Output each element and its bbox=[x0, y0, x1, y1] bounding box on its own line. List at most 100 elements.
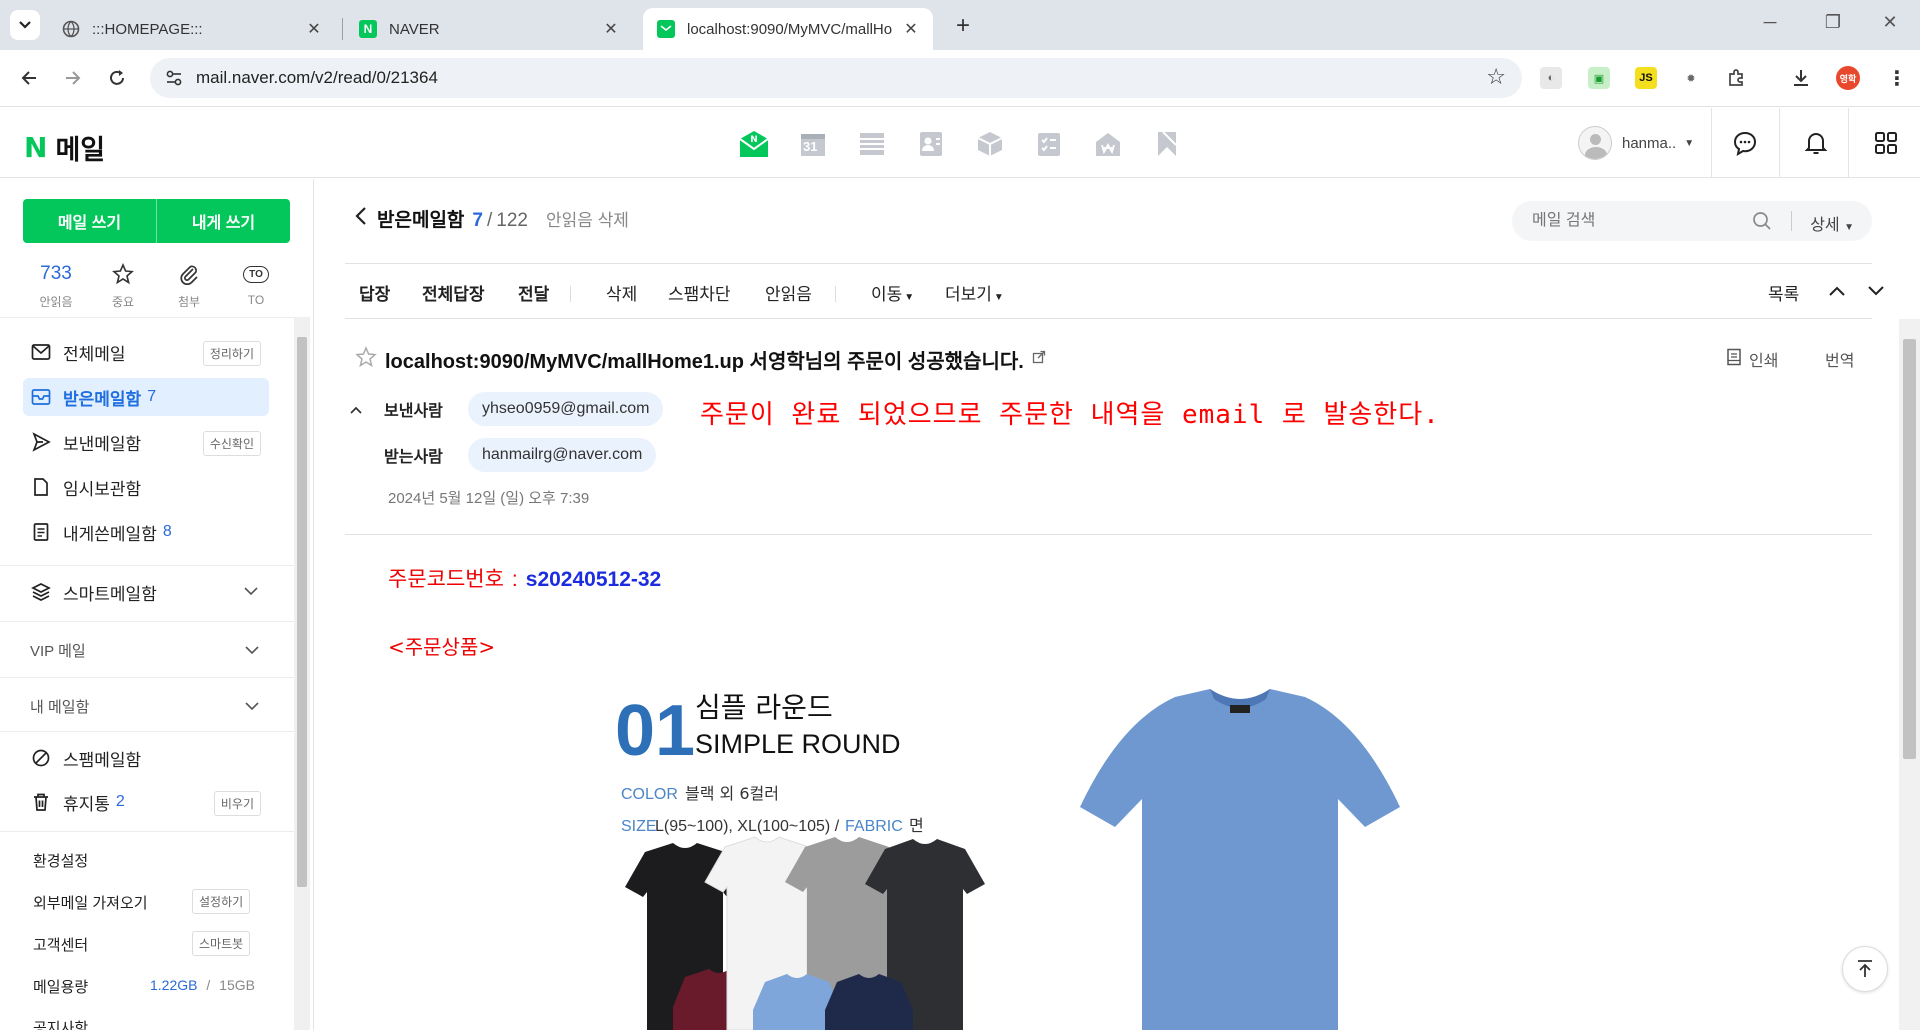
quick-to-me[interactable]: TO TO bbox=[226, 261, 286, 307]
sender-row: 보낸사람 yhseo0959@gmail.com bbox=[350, 392, 664, 426]
bookmark-icon[interactable] bbox=[1151, 128, 1183, 160]
close-icon[interactable]: ✕ bbox=[306, 19, 322, 39]
user-profile-menu[interactable]: hanma.. ▼ bbox=[1578, 126, 1694, 160]
extension-screen-icon[interactable]: ▣ bbox=[1588, 67, 1610, 89]
folder-all-mail[interactable]: 전체메일 정리하기 bbox=[23, 333, 269, 371]
reply-button[interactable]: 답장 bbox=[359, 280, 390, 305]
folder-drafts[interactable]: 임시보관함 bbox=[23, 468, 269, 506]
mail-service-icon[interactable]: N bbox=[738, 128, 770, 160]
tab-search-button[interactable] bbox=[10, 10, 40, 40]
tab-homepage[interactable]: :::HOMEPAGE::: ✕ bbox=[48, 8, 336, 50]
write-mail-button[interactable]: 메일 쓰기 bbox=[23, 199, 156, 243]
contacts-icon[interactable] bbox=[915, 128, 947, 160]
window-close-icon[interactable]: ✕ bbox=[1875, 12, 1905, 33]
apps-grid-icon[interactable] bbox=[1871, 128, 1901, 158]
download-icon[interactable] bbox=[1790, 67, 1812, 89]
quick-attachment[interactable]: 첨부 bbox=[159, 261, 219, 310]
move-dropdown[interactable]: 이동 ▼ bbox=[871, 280, 914, 305]
chevron-down-icon[interactable] bbox=[243, 583, 259, 599]
bookmark-star-icon[interactable]: ☆ bbox=[1486, 64, 1506, 90]
quick-label: TO bbox=[247, 293, 265, 307]
star-icon[interactable] bbox=[355, 346, 377, 373]
print-button[interactable]: 인쇄 bbox=[1725, 347, 1778, 371]
mark-unread-button[interactable]: 안읽음 bbox=[765, 280, 812, 305]
my-mailbox-section[interactable]: 내 메일함 bbox=[30, 696, 89, 717]
close-icon[interactable]: ✕ bbox=[603, 19, 619, 39]
scrollbar-thumb[interactable] bbox=[1903, 339, 1916, 759]
previous-mail-chevron-up-icon[interactable] bbox=[1828, 282, 1846, 302]
extension-js-icon[interactable]: JS bbox=[1635, 67, 1657, 89]
empty-trash-button[interactable]: 비우기 bbox=[213, 791, 261, 816]
pay-icon[interactable] bbox=[1092, 128, 1124, 160]
organize-button[interactable]: 정리하기 bbox=[202, 341, 261, 366]
tab-naver[interactable]: N NAVER ✕ bbox=[345, 8, 633, 50]
read-receipt-button[interactable]: 수신확인 bbox=[202, 431, 261, 456]
back-chevron-icon[interactable] bbox=[355, 206, 367, 232]
send-icon bbox=[31, 432, 51, 452]
list-view-icon[interactable] bbox=[856, 128, 888, 160]
browser-menu-icon[interactable]: ⋮ bbox=[1886, 67, 1908, 90]
external-setup-button[interactable]: 설정하기 bbox=[192, 889, 251, 914]
site-settings-icon[interactable] bbox=[164, 68, 184, 88]
restore-icon[interactable]: ❐ bbox=[1818, 12, 1848, 33]
forward-button[interactable]: 전달 bbox=[518, 280, 549, 305]
folder-sent[interactable]: 보낸메일함 수신확인 bbox=[23, 423, 269, 461]
notice-link[interactable]: 공지사항 bbox=[33, 1017, 88, 1030]
delete-unread-button[interactable]: 안읽음 삭제 bbox=[546, 206, 629, 231]
support-link[interactable]: 고객센터 bbox=[33, 934, 88, 955]
spam-block-button[interactable]: 스팸차단 bbox=[668, 280, 731, 305]
new-tab-button[interactable]: + bbox=[950, 12, 976, 40]
talk-icon[interactable] bbox=[1730, 128, 1760, 158]
sender-address-chip[interactable]: yhseo0959@gmail.com bbox=[468, 392, 664, 426]
minimize-icon[interactable]: ─ bbox=[1755, 12, 1785, 33]
extensions-puzzle-icon[interactable] bbox=[1725, 67, 1747, 89]
quick-unread[interactable]: 733 안읽음 bbox=[26, 261, 86, 310]
delete-button[interactable]: 삭제 bbox=[606, 280, 637, 305]
search-icon[interactable] bbox=[1752, 211, 1772, 236]
folder-spam[interactable]: 스팸메일함 bbox=[23, 739, 269, 777]
tab-localhost-mail[interactable]: localhost:9090/MyMVC/mallHo ✕ bbox=[643, 8, 933, 50]
back-arrow-icon[interactable] bbox=[14, 63, 44, 93]
folder-smart-mailbox[interactable]: 스마트메일함 bbox=[23, 573, 269, 611]
smartbot-button[interactable]: 스마트봇 bbox=[192, 931, 251, 956]
vip-mail-section[interactable]: VIP 메일 bbox=[30, 640, 86, 661]
close-icon[interactable]: ✕ bbox=[903, 19, 919, 39]
external-mail-link[interactable]: 외부메일 가져오기 bbox=[33, 892, 148, 913]
scrollbar-thumb[interactable] bbox=[297, 337, 307, 887]
list-button[interactable]: 목록 bbox=[1768, 280, 1799, 305]
folder-title[interactable]: 받은메일함 bbox=[377, 205, 464, 232]
folder-trash[interactable]: 휴지통 2 비우기 bbox=[23, 783, 269, 821]
memo-icon[interactable] bbox=[1033, 128, 1065, 160]
sidebar-scrollbar[interactable] bbox=[294, 317, 310, 1030]
naver-mail-logo[interactable]: N 메일 bbox=[24, 128, 105, 167]
calendar-icon[interactable]: 31 bbox=[797, 128, 829, 160]
reload-icon[interactable] bbox=[102, 63, 132, 93]
translate-button[interactable]: 번역 bbox=[1825, 347, 1854, 371]
quick-important[interactable]: 중요 bbox=[93, 261, 153, 310]
collapse-chevron-icon[interactable] bbox=[350, 401, 362, 417]
folder-self-mail[interactable]: 내게쓴메일함 8 bbox=[23, 513, 269, 551]
folder-inbox[interactable]: 받은메일함 7 bbox=[23, 378, 269, 416]
bell-icon[interactable] bbox=[1801, 128, 1831, 158]
recipient-address-chip[interactable]: hanmailrg@naver.com bbox=[468, 438, 657, 472]
extension-bug-icon[interactable]: ✹ bbox=[1680, 67, 1702, 89]
open-new-window-icon[interactable] bbox=[1032, 350, 1046, 369]
detail-search-button[interactable]: 상세 ▼ bbox=[1810, 211, 1854, 235]
mybox-icon[interactable] bbox=[974, 128, 1006, 160]
mail-logo-text: 메일 bbox=[55, 135, 106, 165]
main-scrollbar[interactable] bbox=[1899, 319, 1920, 1030]
reply-all-button[interactable]: 전체답장 bbox=[422, 280, 485, 305]
next-mail-chevron-down-icon[interactable] bbox=[1867, 282, 1885, 302]
address-bar[interactable]: mail.naver.com/v2/read/0/21364 ☆ bbox=[150, 58, 1522, 98]
search-input[interactable] bbox=[1512, 212, 1752, 230]
chevron-down-icon[interactable] bbox=[244, 642, 260, 660]
write-to-self-button[interactable]: 내게 쓰기 bbox=[157, 199, 290, 243]
profile-avatar[interactable]: 영학 bbox=[1836, 66, 1860, 90]
forward-arrow-icon[interactable] bbox=[58, 63, 88, 93]
more-dropdown[interactable]: 더보기 ▼ bbox=[945, 280, 1004, 305]
settings-link[interactable]: 환경설정 bbox=[33, 850, 88, 871]
extension-search-icon[interactable]: ◐ bbox=[1540, 67, 1562, 89]
chevron-down-icon[interactable] bbox=[244, 698, 260, 716]
scroll-to-top-button[interactable] bbox=[1842, 946, 1888, 992]
divider bbox=[0, 831, 294, 832]
